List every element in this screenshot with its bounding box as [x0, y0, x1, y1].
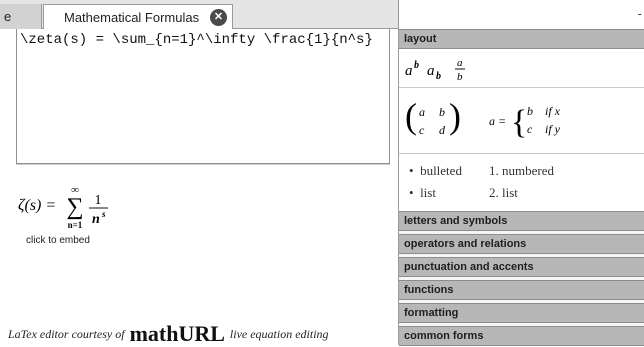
case2-value: c — [527, 122, 533, 136]
sum-lower-limit: n=1 — [68, 220, 83, 230]
numbered-list-template[interactable]: 1. numbered 2. list — [489, 163, 554, 201]
numbered-item-2-label: list — [502, 185, 518, 200]
numbered-item-1-label: numbered — [502, 163, 554, 178]
section-functions[interactable]: functions — [399, 280, 644, 300]
tab-title: Mathematical Formulas — [64, 10, 200, 25]
section-operators-and-relations[interactable]: operators and relations — [399, 234, 644, 254]
latex-editor[interactable]: \zeta(s) = \sum_{n=1}^\infty \frac{1}{n^… — [16, 29, 390, 164]
tab-bar: e Mathematical Formulas ✕ - — [0, 0, 644, 30]
layout-section-body: a b a b a b ( a b c d ) a = {b if x c i… — [399, 49, 644, 211]
fraction-denominator-exponent: s — [101, 209, 106, 219]
matrix-template[interactable]: ( a b c d ) — [405, 96, 461, 137]
case2-condition: if y — [545, 122, 561, 136]
fraction-denominator: n — [92, 212, 100, 227]
cases-lhs: a = — [489, 114, 506, 128]
embed-link[interactable]: click to embed — [26, 235, 90, 246]
equation-lhs: ζ(s) = — [18, 197, 56, 214]
tab-strip-right: - — [398, 0, 644, 29]
superscript-base: a — [405, 63, 413, 79]
matrix-entry-b: b — [439, 105, 445, 119]
sum-sign: ∑ — [66, 194, 83, 220]
tab-previous-label: e — [4, 9, 12, 24]
mathurl-logo[interactable]: mathURL — [130, 321, 225, 346]
numbered-item-1: 1. numbered — [489, 163, 554, 179]
equation-preview: ζ(s) = ∞ ∑ n=1 1 n s — [18, 178, 138, 234]
matrix-left-paren: ( — [405, 96, 417, 136]
matrix-entry-a: a — [419, 105, 425, 119]
credit-line: LaTex editor courtesy of mathURL live eq… — [8, 321, 329, 347]
fraction-template[interactable]: a b — [455, 57, 465, 83]
credit-suffix: live equation editing — [229, 327, 329, 341]
bullet-icon: • — [409, 163, 421, 178]
credit-prefix: LaTex editor courtesy of — [8, 327, 125, 341]
superscript-template[interactable]: a b — [405, 60, 419, 79]
subscript-index: b — [436, 71, 441, 82]
subscript-base: a — [427, 63, 435, 79]
cases-brace: { — [511, 104, 527, 141]
fraction-numerator: 1 — [95, 193, 102, 208]
layout-row-matrices: ( a b c d ) a = { b if x c if y — [405, 96, 561, 141]
latex-source-text: \zeta(s) = \sum_{n=1}^\infty \frac{1}{n^… — [20, 32, 373, 48]
bullet-item-2-label: list — [420, 185, 436, 200]
subscript-template[interactable]: a b — [427, 63, 441, 82]
rendered-equation: ζ(s) = ∞ ∑ n=1 1 n s — [18, 184, 108, 230]
tab-previous[interactable]: e — [0, 4, 42, 29]
symbol-palette: layout a b a b a b ( a b c d) a = {b i… — [398, 29, 644, 346]
bullet-item-1: • bulleted — [409, 163, 462, 179]
section-punctuation-and-accents[interactable]: punctuation and accents — [399, 257, 644, 277]
bullet-item-2: • list — [409, 185, 462, 201]
layout-row-scripts: a b a b a b — [405, 57, 465, 83]
matrix-entry-c: c — [419, 123, 425, 137]
bullet-item-1-label: bulleted — [420, 163, 462, 178]
section-common-forms[interactable]: common forms — [399, 326, 644, 346]
section-formatting[interactable]: formatting — [399, 303, 644, 323]
numbered-marker-1: 1. — [489, 163, 499, 178]
tab-mathematical-formulas[interactable]: Mathematical Formulas ✕ — [43, 4, 233, 30]
fraction-template-denominator: b — [457, 71, 463, 83]
minimize-icon[interactable]: - — [638, 6, 642, 21]
case1-condition: if x — [545, 104, 561, 118]
matrix-right-paren: ) — [449, 96, 461, 136]
cases-template[interactable]: a = { b if x c if y — [489, 104, 561, 141]
section-layout[interactable]: layout — [399, 29, 644, 49]
bullet-icon: • — [409, 185, 421, 200]
case1-value: b — [527, 104, 533, 118]
section-letters-and-symbols[interactable]: letters and symbols — [399, 211, 644, 231]
bulleted-list-template[interactable]: • bulleted • list — [409, 163, 462, 201]
layout-divider-2 — [399, 153, 644, 154]
numbered-marker-2: 2. — [489, 185, 499, 200]
editor-divider — [16, 164, 390, 165]
fraction-template-numerator: a — [457, 57, 463, 69]
matrix-entry-d: d — [439, 123, 446, 137]
numbered-item-2: 2. list — [489, 185, 554, 201]
superscript-exponent: b — [414, 60, 419, 71]
close-icon[interactable]: ✕ — [210, 9, 227, 26]
layout-divider-1 — [399, 87, 644, 88]
